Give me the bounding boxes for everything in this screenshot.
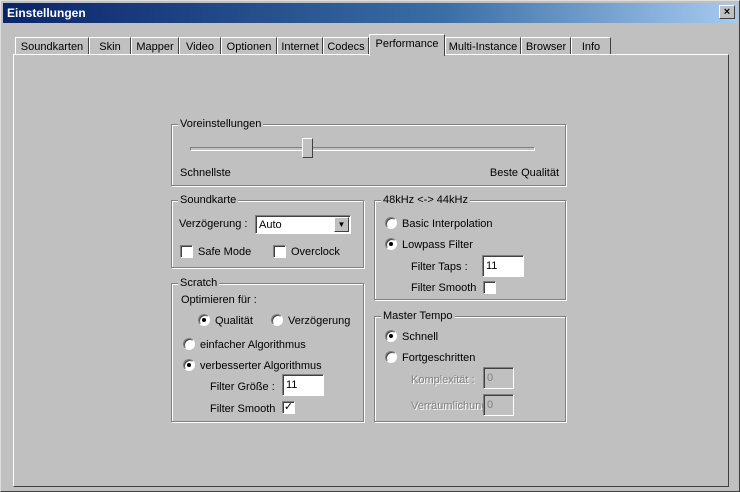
master-tempo-group: Master Tempo Schnell Fortgeschritten Kom… [374,310,566,422]
quality-slider-track[interactable] [190,147,535,151]
tempo-advanced-label: Fortgeschritten [402,352,476,364]
overclock-label: Overclock [291,246,340,258]
overclock-checkbox[interactable] [273,245,286,258]
filter-size-input[interactable]: 11 [282,374,324,396]
simple-algorithm-label: einfacher Algorithmus [200,339,306,351]
lowpass-filter-label: Lowpass Filter [402,239,473,251]
safe-mode-checkbox[interactable] [180,245,193,258]
settings-window: Einstellungen × Soundkarten Skin Mapper … [0,0,740,492]
tempo-fast-label: Schnell [402,331,439,343]
filter-taps-label: Filter Taps : [411,261,468,273]
basic-interpolation-label: Basic Interpolation [402,218,493,230]
tab-mapper[interactable]: Mapper [131,37,179,55]
tab-soundkarten[interactable]: Soundkarten [15,37,89,55]
latency-select[interactable]: Auto ▼ [255,215,351,234]
performance-panel: Voreinstellungen Schnellste Beste Qualit… [13,54,729,487]
presets-group-label: Voreinstellungen [178,118,264,130]
improved-algorithm-label: verbesserter Algorithmus [200,360,322,372]
close-button[interactable]: × [719,5,735,19]
latency-label: Verzögerung : [179,218,248,230]
master-tempo-group-label: Master Tempo [381,310,455,322]
tab-codecs[interactable]: Codecs [323,37,369,55]
optimize-quality-label: Qualität [215,315,253,327]
improved-algorithm-radio[interactable] [183,359,195,371]
simple-algorithm-radio[interactable] [183,338,195,350]
spatial-input[interactable]: 0 [483,394,514,416]
soundcard-group-label: Soundkarte [178,194,239,206]
tab-multi-instance[interactable]: Multi-Instance [445,37,521,55]
basic-interpolation-radio[interactable] [385,217,397,229]
optimize-latency-label: Verzögerung [288,315,351,327]
complexity-label: Komplexität : [411,374,475,386]
safe-mode-label: Safe Mode [198,246,252,258]
lowpass-filter-radio[interactable] [385,238,397,250]
tab-video[interactable]: Video [179,37,221,55]
scratch-filter-smooth-checkbox[interactable]: ✓ [282,401,295,414]
resample-filter-smooth-checkbox[interactable] [483,281,496,294]
latency-select-value: Auto [259,219,282,231]
chevron-down-icon[interactable]: ▼ [334,217,349,232]
tab-internet[interactable]: Internet [277,37,323,55]
complexity-input[interactable]: 0 [483,367,514,389]
resample-filter-smooth-label: Filter Smooth [411,282,477,294]
tab-info[interactable]: Info [571,37,611,55]
resample-group: 48kHz <-> 44kHz Basic Interpolation Lowp… [374,194,566,300]
spatial-label: Verräumlichung : [411,400,494,412]
optimize-for-label: Optimieren für : [181,294,257,306]
filter-size-label: Filter Größe : [210,381,275,393]
tab-browser[interactable]: Browser [521,37,571,55]
scratch-group-label: Scratch [178,277,220,289]
tempo-fast-radio[interactable] [385,330,397,342]
resample-group-label: 48kHz <-> 44kHz [381,194,470,206]
tab-performance[interactable]: Performance [369,34,445,56]
soundcard-group: Soundkarte Verzögerung : Auto ▼ Safe Mod… [171,194,364,268]
tab-optionen[interactable]: Optionen [221,37,277,55]
filter-taps-input[interactable]: 11 [482,255,524,277]
optimize-latency-radio[interactable] [271,314,283,326]
slider-max-label: Beste Qualität [489,167,559,179]
presets-group: Voreinstellungen Schnellste Beste Qualit… [171,118,566,186]
slider-min-label: Schnellste [180,167,231,179]
tempo-advanced-radio[interactable] [385,351,397,363]
title-bar[interactable]: Einstellungen × [3,3,737,23]
tab-skin[interactable]: Skin [89,37,131,55]
optimize-quality-radio[interactable] [198,314,210,326]
window-title: Einstellungen [7,6,86,20]
scratch-group: Scratch Optimieren für : Qualität Verzög… [171,277,364,422]
quality-slider-thumb[interactable] [301,138,313,158]
scratch-filter-smooth-label: Filter Smooth [210,403,276,415]
